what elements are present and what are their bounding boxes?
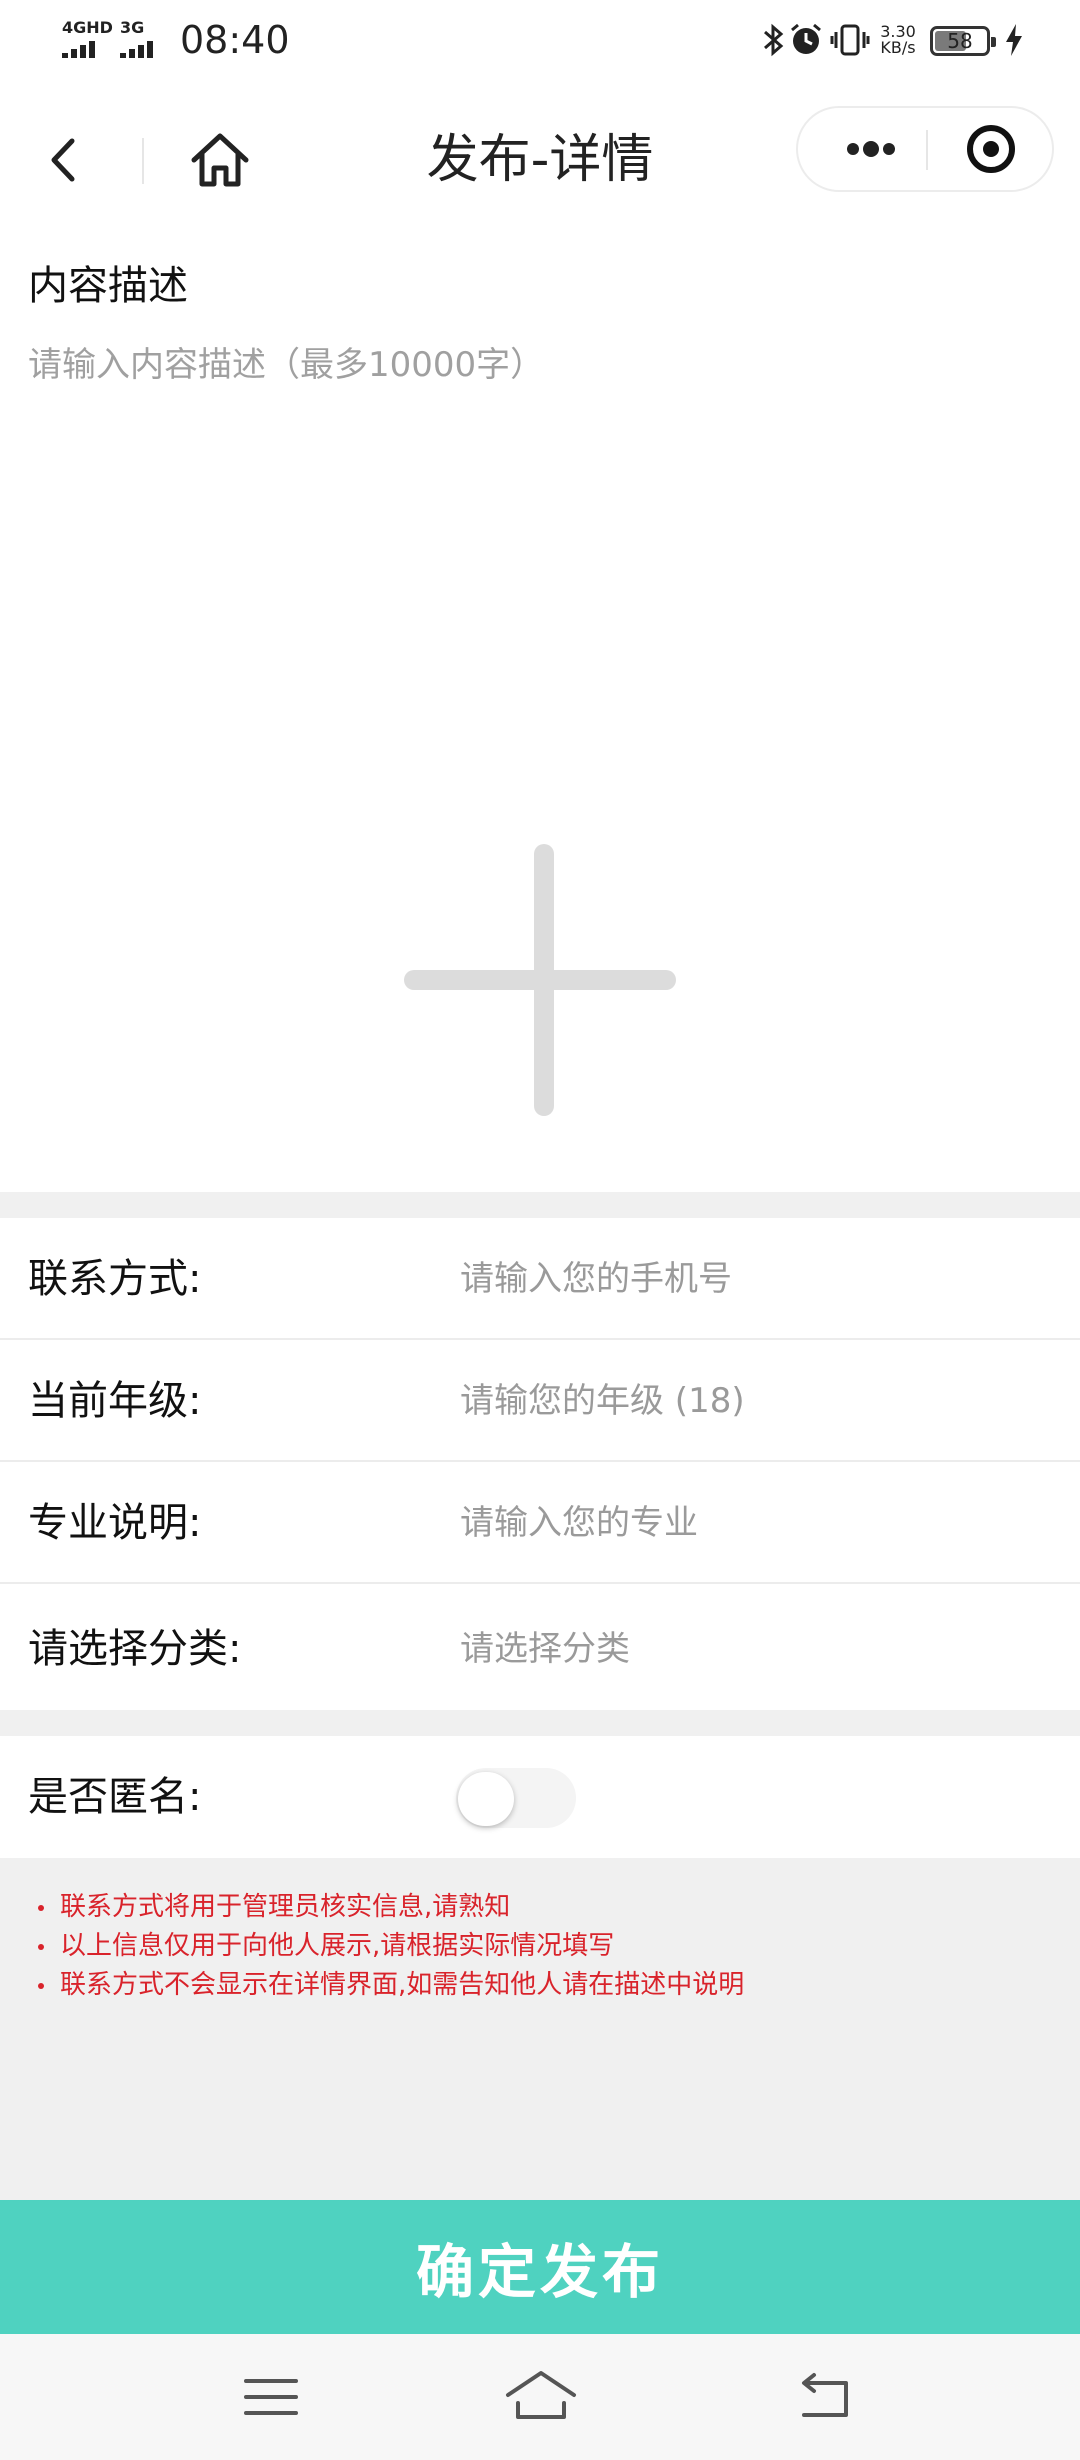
contact-row: 联系方式: — [0, 1218, 1080, 1340]
content-label: 内容描述 — [28, 263, 188, 309]
anonymous-label: 是否匿名: — [28, 1774, 202, 1820]
page-title: 发布-详情 — [426, 130, 654, 190]
contact-input[interactable] — [460, 1248, 1050, 1310]
more-icon — [847, 141, 895, 157]
menu-icon — [244, 2379, 298, 2415]
vibrate-icon — [830, 24, 870, 56]
anonymous-row: 是否匿名: — [0, 1736, 1080, 1858]
battery-indicator: 58 — [930, 26, 996, 56]
bluetooth-icon — [764, 23, 784, 57]
major-input[interactable] — [460, 1492, 1050, 1554]
submit-button[interactable]: 确定发布 — [0, 2200, 1080, 2334]
note-bullet — [38, 1983, 44, 1989]
system-menu-button[interactable] — [226, 2359, 316, 2435]
plus-icon — [404, 844, 676, 1116]
add-image-button[interactable] — [390, 830, 690, 1130]
system-back-button[interactable] — [780, 2359, 870, 2435]
network-3g-indicator: 3G — [120, 18, 153, 58]
home-icon — [506, 2371, 576, 2419]
note-item: 联系方式不会显示在详情界面,如需告知他人请在描述中说明 — [0, 1966, 1080, 2005]
notes-list: 联系方式将用于管理员核实信息,请熟知 以上信息仅用于向他人展示,请根据实际情况填… — [0, 1888, 1080, 2005]
major-label: 专业说明: — [28, 1500, 202, 1546]
switch-knob — [458, 1772, 514, 1826]
section-separator — [0, 1192, 1080, 1218]
major-row: 专业说明: — [0, 1462, 1080, 1584]
contact-label: 联系方式: — [28, 1256, 202, 1302]
back-button[interactable] — [30, 125, 100, 195]
nav-bar: 发布-详情 — [0, 80, 1080, 240]
charging-icon — [1006, 24, 1022, 56]
page: 4GHD 3G 08:40 3.30 KB/s 58 发布-详情 内容描述 请输… — [0, 0, 1080, 2460]
alarm-icon — [791, 23, 821, 54]
note-text: 联系方式不会显示在详情界面,如需告知他人请在描述中说明 — [60, 1970, 745, 2000]
more-button[interactable] — [826, 108, 916, 190]
note-text: 以上信息仅用于向他人展示,请根据实际情况填写 — [60, 1931, 615, 1961]
status-time: 08:40 — [180, 18, 290, 62]
category-select[interactable]: 请选择分类 — [460, 1588, 630, 1710]
content-description-input[interactable] — [18, 330, 1062, 660]
back-icon — [51, 138, 75, 182]
system-home-button[interactable] — [496, 2359, 586, 2435]
note-text: 联系方式将用于管理员核实信息,请熟知 — [60, 1892, 511, 1922]
network-speed-unit: KB/s — [880, 38, 916, 57]
note-bullet — [38, 1944, 44, 1950]
note-bullet — [38, 1905, 44, 1911]
network-speed: 3.30 KB/s — [878, 24, 918, 56]
battery-level: 58 — [947, 29, 973, 53]
status-bar: 4GHD 3G 08:40 3.30 KB/s 58 — [0, 0, 1080, 80]
close-mini-program-button[interactable] — [946, 108, 1036, 190]
signal-bars-icon — [62, 41, 95, 58]
grade-input[interactable] — [460, 1370, 1050, 1432]
network-4g-indicator: 4GHD — [62, 18, 113, 58]
battery-cap — [991, 37, 996, 47]
capsule-divider — [926, 130, 928, 170]
network-4g-label: 4GHD — [62, 18, 113, 37]
row-divider — [0, 1582, 1080, 1584]
grade-row: 当前年级: — [0, 1340, 1080, 1462]
category-label: 请选择分类: — [28, 1626, 242, 1672]
section-separator — [0, 1710, 1080, 1736]
target-icon — [967, 125, 1015, 173]
anonymous-switch[interactable] — [456, 1768, 576, 1828]
note-item: 联系方式将用于管理员核实信息,请熟知 — [0, 1888, 1080, 1927]
system-nav-bar — [0, 2334, 1080, 2460]
grade-label: 当前年级: — [28, 1378, 202, 1424]
mini-program-capsule — [796, 106, 1054, 192]
signal-bars-icon — [120, 41, 153, 58]
category-row[interactable]: 请选择分类: 请选择分类 — [0, 1588, 1080, 1710]
back-icon — [802, 2373, 848, 2417]
network-3g-label: 3G — [120, 18, 145, 37]
nav-divider — [142, 138, 144, 184]
note-item: 以上信息仅用于向他人展示,请根据实际情况填写 — [0, 1927, 1080, 1966]
